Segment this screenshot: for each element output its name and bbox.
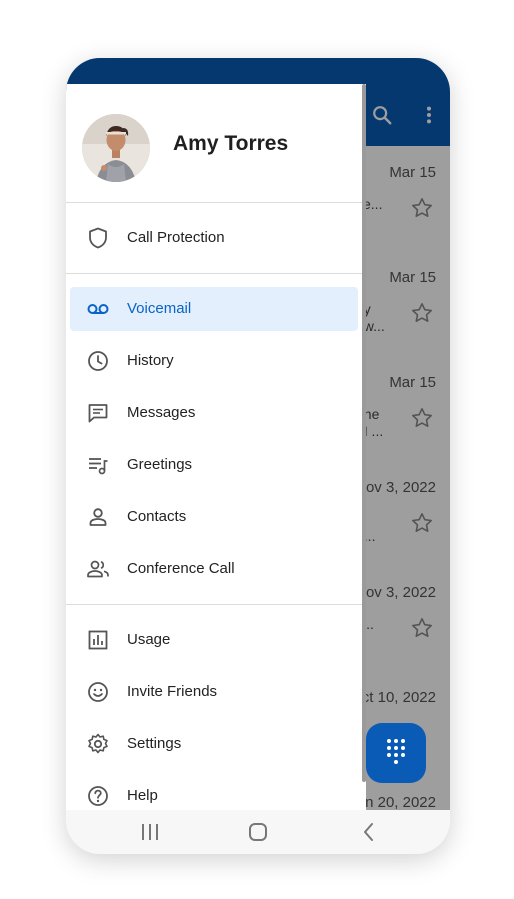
drawer-header: Amy Torres	[66, 84, 366, 202]
back-icon[interactable]	[358, 822, 380, 842]
dialpad-icon	[385, 738, 407, 769]
menu-item-call-protection[interactable]: Call Protection	[70, 216, 358, 260]
phone-frame: Mar 15 se... Mar 15 ny ew... Mar 15 one …	[66, 58, 450, 854]
message-icon	[86, 401, 110, 425]
menu-item-label: Messages	[127, 404, 196, 421]
menu-item-messages[interactable]: Messages	[70, 391, 358, 435]
drawer-scrollbar[interactable]	[362, 84, 366, 782]
menu-item-help[interactable]: Help	[70, 774, 358, 810]
gear-icon	[86, 732, 110, 756]
playlist-icon	[86, 453, 110, 477]
menu-item-label: Contacts	[127, 508, 187, 525]
menu-item-voicemail[interactable]: Voicemail	[70, 287, 358, 331]
menu-item-label: Settings	[127, 735, 182, 752]
recent-apps-icon[interactable]	[139, 822, 161, 842]
menu-item-label: Usage	[127, 631, 171, 648]
drawer-divider	[66, 604, 366, 605]
help-icon	[86, 784, 110, 808]
avatar[interactable]	[82, 114, 150, 182]
menu-item-label: History	[127, 352, 174, 369]
menu-item-greetings[interactable]: Greetings	[70, 443, 358, 487]
user-name: Amy Torres	[173, 132, 289, 155]
menu-item-invite-friends[interactable]: Invite Friends	[70, 670, 358, 714]
drawer-divider	[66, 202, 366, 203]
navigation-drawer: Amy Torres Call Protection Voicemail His…	[66, 84, 366, 810]
menu-item-label: Greetings	[127, 456, 193, 473]
people-icon	[86, 557, 110, 581]
bar-chart-icon	[86, 628, 110, 652]
home-icon[interactable]	[247, 822, 269, 842]
system-nav-bar	[66, 810, 450, 854]
clock-icon	[86, 349, 110, 373]
smiley-icon	[86, 680, 110, 704]
menu-item-label: Invite Friends	[127, 683, 218, 700]
menu-item-usage[interactable]: Usage	[70, 618, 358, 662]
menu-item-label: Call Protection	[127, 229, 225, 246]
menu-item-contacts[interactable]: Contacts	[70, 495, 358, 539]
person-icon	[86, 505, 110, 529]
menu-item-label: Help	[127, 787, 158, 804]
shield-icon	[86, 226, 110, 250]
menu-item-settings[interactable]: Settings	[70, 722, 358, 766]
menu-item-conference-call[interactable]: Conference Call	[70, 547, 358, 591]
dialpad-button[interactable]	[366, 723, 426, 783]
menu-item-label: Conference Call	[127, 560, 235, 577]
menu-item-history[interactable]: History	[70, 339, 358, 383]
voicemail-icon	[86, 297, 110, 321]
drawer-divider	[66, 273, 366, 274]
menu-item-label: Voicemail	[127, 300, 192, 317]
